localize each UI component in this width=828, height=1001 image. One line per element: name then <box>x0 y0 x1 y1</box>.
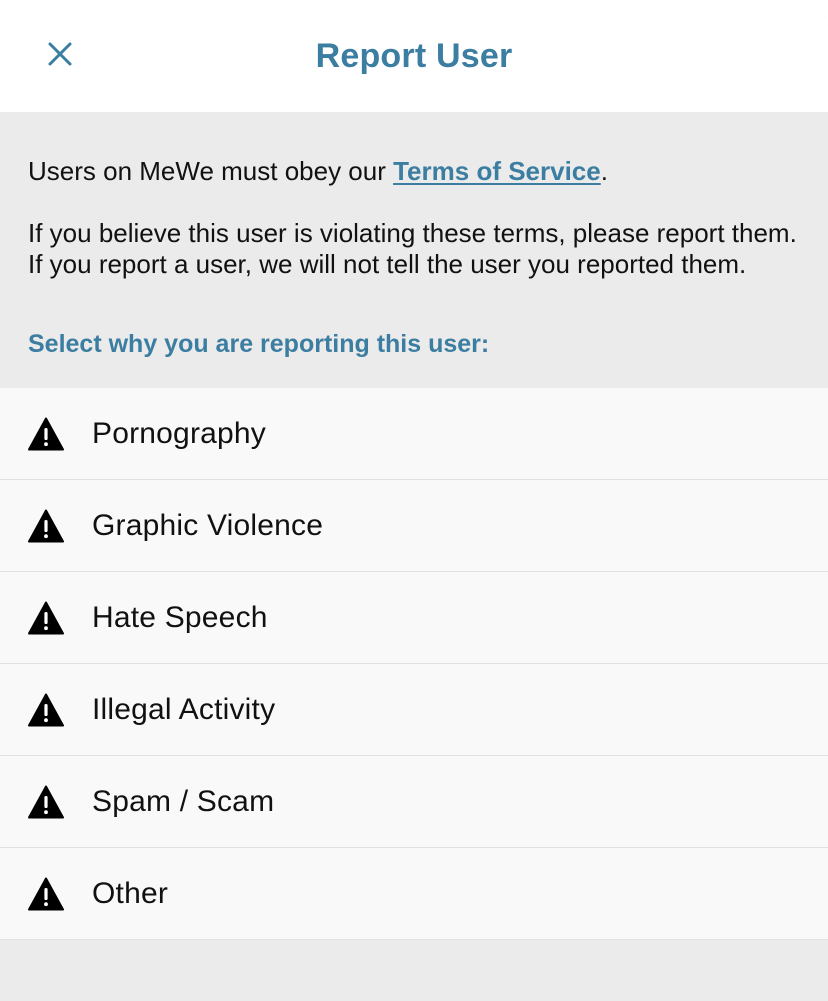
reason-item-illegal-activity[interactable]: Illegal Activity <box>0 664 828 756</box>
reason-label: Graphic Violence <box>92 508 324 542</box>
reason-item-spam-scam[interactable]: Spam / Scam <box>0 756 828 848</box>
warning-icon <box>28 692 64 728</box>
warning-icon <box>28 876 64 912</box>
terms-of-service-link[interactable]: Terms of Service <box>393 156 601 186</box>
warning-icon <box>28 600 64 636</box>
intro-text: Users on MeWe must obey our Terms of Ser… <box>0 112 828 280</box>
header-bar: Report User <box>0 0 828 112</box>
reason-label: Other <box>92 876 169 910</box>
terms-notice: Users on MeWe must obey our Terms of Ser… <box>28 156 800 187</box>
close-button[interactable] <box>34 25 86 83</box>
page-title: Report User <box>315 36 513 75</box>
reason-list: Pornography Graphic Violence Hate Speech… <box>0 388 828 940</box>
warning-icon <box>28 508 64 544</box>
terms-notice-prefix: Users on MeWe must obey our <box>28 156 394 186</box>
reason-label: Illegal Activity <box>92 692 276 726</box>
reason-item-other[interactable]: Other <box>0 848 828 940</box>
reason-label: Hate Speech <box>92 600 268 634</box>
reason-item-pornography[interactable]: Pornography <box>0 388 828 480</box>
report-explanation: If you believe this user is violating th… <box>28 218 797 279</box>
reason-prompt: Select why you are reporting this user: <box>28 330 490 358</box>
report-user-sheet: Report User Users on MeWe must obey our … <box>0 0 828 1001</box>
warning-icon <box>28 784 64 820</box>
reason-item-graphic-violence[interactable]: Graphic Violence <box>0 480 828 572</box>
reason-label: Spam / Scam <box>92 784 275 818</box>
terms-notice-suffix: . <box>600 156 608 186</box>
reason-label: Pornography <box>92 416 266 450</box>
warning-icon <box>28 416 64 452</box>
reason-item-hate-speech[interactable]: Hate Speech <box>0 572 828 664</box>
close-icon <box>48 42 72 66</box>
